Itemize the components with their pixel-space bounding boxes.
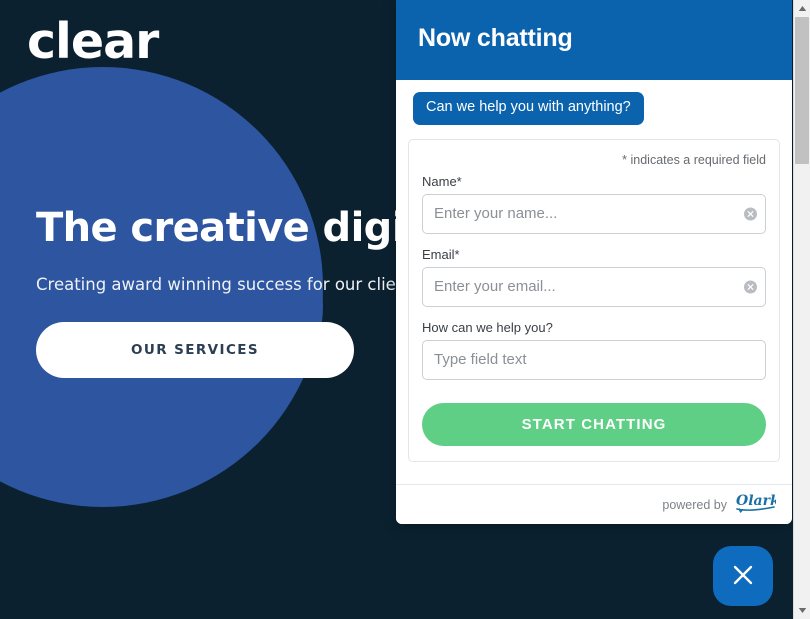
olark-logo[interactable]: Olark <box>736 491 780 518</box>
name-input[interactable] <box>422 193 766 234</box>
clear-name-icon[interactable] <box>744 207 757 221</box>
browser-viewport: clear The creative digital agency Creati… <box>0 0 810 619</box>
field-group-email: Email* <box>422 247 766 307</box>
site-logo[interactable]: clear <box>27 13 159 70</box>
scrollbar-track[interactable] <box>794 17 810 602</box>
message-input[interactable] <box>422 339 766 380</box>
message-field-wrap <box>422 339 766 380</box>
name-label: Name* <box>422 173 462 189</box>
chat-footer: powered by Olark <box>396 484 792 524</box>
chat-header: Now chatting <box>396 0 792 80</box>
pre-chat-form: * indicates a required field Name* Enter… <box>408 138 780 462</box>
clear-email-icon[interactable] <box>744 280 757 294</box>
chat-body: Can we help you with anything? * indicat… <box>396 80 792 484</box>
operator-message-bubble: Can we help you with anything? <box>413 92 644 125</box>
our-services-button[interactable]: OUR SERVICES <box>36 322 354 378</box>
close-chat-button[interactable] <box>713 546 773 606</box>
scroll-down-arrow[interactable] <box>794 602 810 619</box>
powered-by-label: powered by <box>662 497 727 512</box>
email-input[interactable] <box>422 266 766 307</box>
page-scrollbar[interactable] <box>793 0 810 619</box>
field-group-message: How can we help you? <box>422 320 766 380</box>
chat-widget-panel: Now chatting Can we help you with anythi… <box>396 0 792 524</box>
email-label: Email* <box>422 246 460 262</box>
chat-header-title: Now chatting <box>418 24 573 52</box>
name-field-wrap <box>422 193 766 234</box>
start-chatting-button[interactable]: START CHATTING <box>422 402 766 446</box>
scrollbar-thumb[interactable] <box>794 17 809 164</box>
email-field-wrap <box>422 266 766 307</box>
close-icon <box>730 562 756 591</box>
svg-text:Olark: Olark <box>736 493 776 509</box>
message-label: How can we help you? <box>422 319 553 335</box>
scroll-up-arrow[interactable] <box>794 0 810 17</box>
field-group-name: Name* <box>422 174 766 234</box>
required-field-note: * indicates a required field <box>622 152 766 167</box>
